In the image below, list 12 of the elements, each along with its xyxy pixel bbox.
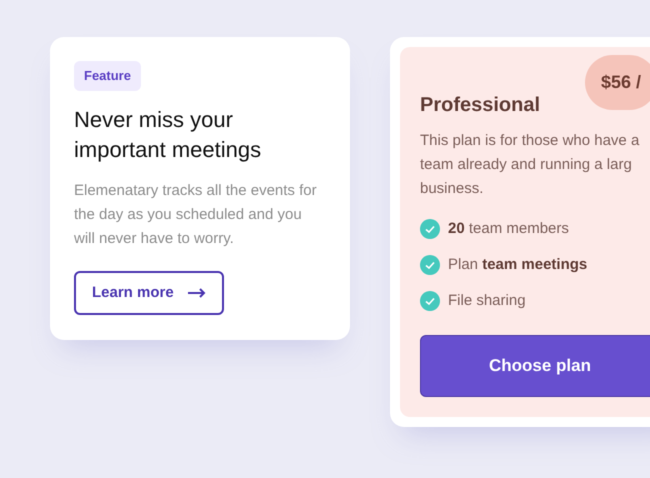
plan-description: This plan is for those who have a team already and running a larg business. (420, 131, 640, 199)
card-title: Never miss your important meetings (74, 106, 262, 164)
learn-more-button[interactable]: Learn more (74, 270, 224, 315)
arrow-right-icon (188, 288, 206, 298)
feature-text: File sharing (448, 290, 526, 311)
card-description: Elemenatary tracks all the events for the day as you scheduled and you will never have to worry. (74, 180, 318, 248)
plan-name: Professional (420, 93, 542, 117)
feature-text: 20 team members (448, 218, 569, 239)
choose-plan-button[interactable]: Choose plan (420, 335, 650, 397)
feature-tag: Feature (74, 61, 141, 90)
price-badge: $56 / (585, 55, 650, 110)
feature-text: Plan team meetings (448, 254, 588, 275)
